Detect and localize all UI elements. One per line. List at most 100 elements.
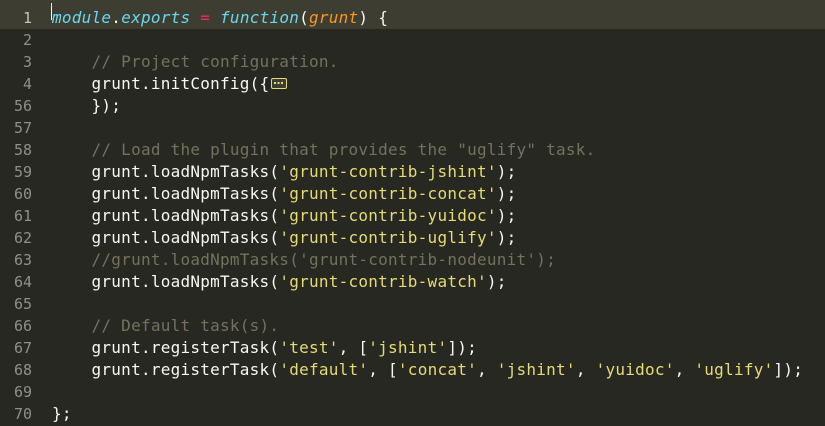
code-token: ]); xyxy=(773,360,804,379)
code-token: . xyxy=(111,8,122,27)
code-token: 'default' xyxy=(279,360,369,379)
line-number: 60 xyxy=(13,185,32,203)
line-number: 68 xyxy=(13,361,32,379)
code-token: grunt.loadNpmTasks( xyxy=(52,272,280,291)
code-token: 'grunt-contrib-uglify' xyxy=(279,228,497,247)
code-line[interactable]: 62 grunt.loadNpmTasks('grunt-contrib-ugl… xyxy=(0,227,825,249)
line-code: grunt.loadNpmTasks('grunt-contrib-concat… xyxy=(52,183,517,205)
code-token: , xyxy=(476,360,497,379)
code-token: 'grunt-contrib-watch' xyxy=(279,272,487,291)
code-line[interactable]: 60 grunt.loadNpmTasks('grunt-contrib-con… xyxy=(0,183,825,205)
code-token: , xyxy=(575,360,596,379)
code-line[interactable]: 56 }); xyxy=(0,95,825,117)
line-code: // Project configuration. xyxy=(52,51,339,73)
line-number: 63 xyxy=(13,251,32,269)
code-token: 'jshint' xyxy=(496,360,576,379)
code-token: // Default task(s). xyxy=(91,316,280,335)
line-number: 2 xyxy=(22,31,32,49)
code-token: 'grunt-contrib-yuidoc' xyxy=(279,206,497,225)
code-token: ); xyxy=(496,162,517,181)
code-token: module xyxy=(52,8,112,27)
line-number: 62 xyxy=(13,229,32,247)
code-line[interactable]: 57 xyxy=(0,117,825,139)
code-token: exports xyxy=(121,8,191,27)
code-line[interactable]: 61 grunt.loadNpmTasks('grunt-contrib-yui… xyxy=(0,205,825,227)
code-token: ) { xyxy=(358,8,389,27)
code-line[interactable]: 4 grunt.initConfig({ xyxy=(0,73,825,95)
line-code: }; xyxy=(52,403,72,425)
code-token: 'grunt-contrib-concat' xyxy=(279,184,497,203)
code-token: 'grunt-contrib-jshint' xyxy=(279,162,497,181)
code-line[interactable]: 3 // Project configuration. xyxy=(0,51,825,73)
code-token: , xyxy=(674,360,695,379)
line-number: 4 xyxy=(22,75,32,93)
code-line[interactable]: 59 grunt.loadNpmTasks('grunt-contrib-jsh… xyxy=(0,161,825,183)
code-token: }); xyxy=(52,96,122,115)
code-line[interactable]: 64 grunt.loadNpmTasks('grunt-contrib-wat… xyxy=(0,271,825,293)
code-line[interactable]: 63 //grunt.loadNpmTasks('grunt-contrib-n… xyxy=(0,249,825,271)
code-token: , [ xyxy=(338,338,369,357)
code-token: function xyxy=(220,8,300,27)
line-code: grunt.registerTask('default', ['concat',… xyxy=(52,359,803,381)
code-token: ); xyxy=(496,228,517,247)
text-cursor xyxy=(51,3,52,20)
code-token: ); xyxy=(496,206,517,225)
line-code: }); xyxy=(52,95,121,117)
line-code: grunt.loadNpmTasks('grunt-contrib-uglify… xyxy=(52,227,517,249)
code-line[interactable]: 68 grunt.registerTask('default', ['conca… xyxy=(0,359,825,381)
line-number: 59 xyxy=(13,163,32,181)
code-line[interactable]: 70}; xyxy=(0,403,825,425)
line-number: 3 xyxy=(22,53,32,71)
code-token: grunt xyxy=(309,8,359,27)
code-editor[interactable]: 1 module.exports = function(grunt) { 2 3 //… xyxy=(0,0,825,426)
code-line[interactable]: 69 xyxy=(0,381,825,403)
code-token: 'test' xyxy=(279,338,339,357)
code-line[interactable]: 2 xyxy=(0,29,825,51)
code-token: 'concat' xyxy=(397,360,477,379)
line-number: 56 xyxy=(13,97,32,115)
code-token: grunt.loadNpmTasks( xyxy=(52,206,280,225)
line-code: // Default task(s). xyxy=(52,315,280,337)
line-code: //grunt.loadNpmTasks('grunt-contrib-node… xyxy=(52,249,556,271)
line-number: 70 xyxy=(13,405,32,423)
code-token: grunt.registerTask( xyxy=(52,338,280,357)
code-token: 'uglify' xyxy=(694,360,774,379)
code-token: ( xyxy=(299,8,309,27)
code-token: grunt.registerTask( xyxy=(52,360,280,379)
code-line[interactable]: 1 module.exports = function(grunt) { xyxy=(0,0,825,29)
code-token: grunt.initConfig({ xyxy=(52,74,270,93)
code-token: grunt.loadNpmTasks( xyxy=(52,228,280,247)
code-token: ]); xyxy=(447,338,477,357)
code-token: 'yuidoc' xyxy=(595,360,675,379)
code-token: // Load the plugin that provides the "ug… xyxy=(91,140,596,159)
line-number: 58 xyxy=(13,141,32,159)
code-token: = xyxy=(200,8,211,27)
line-code: // Load the plugin that provides the "ug… xyxy=(52,139,596,161)
code-token: }; xyxy=(52,404,72,423)
code-token: // Project configuration. xyxy=(91,52,339,71)
code-token: 'jshint' xyxy=(368,338,448,357)
line-number: 65 xyxy=(13,295,32,313)
code-token: ); xyxy=(486,272,507,291)
code-token: grunt.loadNpmTasks( xyxy=(52,162,280,181)
code-line[interactable]: 67 grunt.registerTask('test', ['jshint']… xyxy=(0,337,825,359)
line-code: grunt.loadNpmTasks('grunt-contrib-yuidoc… xyxy=(52,205,517,227)
code-token: , [ xyxy=(368,360,398,379)
code-line[interactable]: 66 // Default task(s). xyxy=(0,315,825,337)
line-number: 64 xyxy=(13,273,32,291)
code-token: grunt.loadNpmTasks( xyxy=(52,184,280,203)
code-token: //grunt.loadNpmTasks('grunt-contrib-node… xyxy=(91,250,557,269)
line-code: grunt.loadNpmTasks('grunt-contrib-jshint… xyxy=(52,161,517,183)
line-code: grunt.registerTask('test', ['jshint']); xyxy=(52,337,477,359)
line-number: 57 xyxy=(13,119,32,137)
line-number: 61 xyxy=(13,207,32,225)
fold-ellipsis-icon[interactable] xyxy=(271,78,288,89)
code-line[interactable]: 65 xyxy=(0,293,825,315)
code-line[interactable]: 58 // Load the plugin that provides the … xyxy=(0,139,825,161)
